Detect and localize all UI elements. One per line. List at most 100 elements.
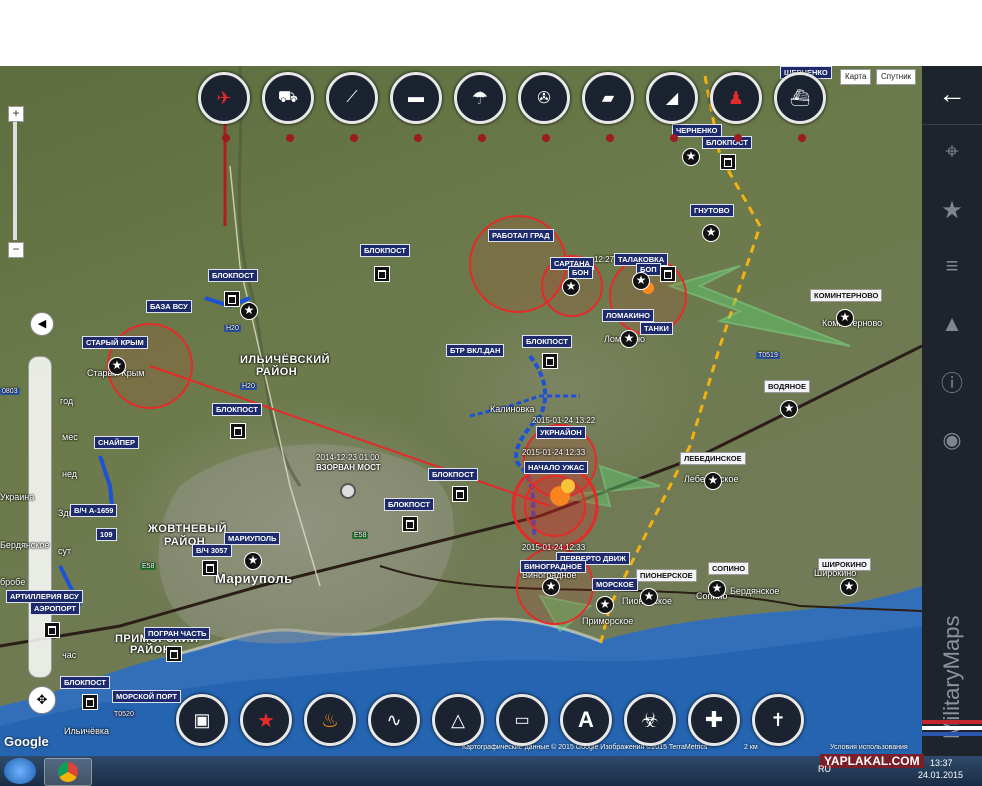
label-blokpost-nw[interactable]: БЛОКПОСТ bbox=[702, 136, 752, 149]
marker-checkpoint-aeroport[interactable] bbox=[44, 622, 60, 638]
marker-checkpoint-north[interactable] bbox=[374, 266, 390, 282]
label-pionerskoe[interactable]: ПИОНЕРСКОЕ bbox=[636, 569, 697, 582]
label-kominternovo[interactable]: КОМИНТЕРНОВО bbox=[810, 289, 883, 302]
marker-checkpoint-talakovka[interactable] bbox=[660, 266, 676, 282]
toolbar-artillery-button[interactable]: ▬ bbox=[390, 72, 442, 124]
label-vch1659[interactable]: В/Ч А-1659 bbox=[70, 504, 118, 517]
label-vodyanoe[interactable]: ВОДЯНОЕ bbox=[764, 380, 810, 393]
marker-star-gnutovo[interactable]: ★ bbox=[702, 224, 720, 242]
label-lebedinskoe[interactable]: ЛЕБЕДИНСКОЕ bbox=[680, 452, 746, 465]
label-grad[interactable]: РАБОТАЛ ГРАД bbox=[488, 229, 554, 242]
info-icon[interactable]: ⓘ bbox=[934, 364, 970, 400]
marker-star-sartana[interactable]: ★ bbox=[562, 278, 580, 296]
toolbar-spg-button[interactable]: ◢ bbox=[646, 72, 698, 124]
bottom-fire-button[interactable]: ♨ bbox=[304, 694, 356, 746]
zoom-slider[interactable] bbox=[13, 122, 17, 240]
marker-checkpoint-e1[interactable] bbox=[452, 486, 468, 502]
map-canvas[interactable]: + − ◀ ✥ год мес нед Здн сут час Украина … bbox=[0, 66, 922, 756]
marker-checkpoint-pogran[interactable] bbox=[166, 646, 182, 662]
marker-checkpoint-vch3057[interactable] bbox=[202, 560, 218, 576]
bottom-route-button[interactable]: ∿ bbox=[368, 694, 420, 746]
label-morskoy-port[interactable]: МОРСКОЙ ПОРТ bbox=[112, 690, 181, 703]
map-type-satellite-button[interactable]: Спутник bbox=[876, 69, 917, 85]
label-lomakino[interactable]: ЛОМАКИНО bbox=[602, 309, 654, 322]
back-arrow-icon[interactable]: ← bbox=[934, 76, 970, 112]
label-blokpost-north[interactable]: БЛОКПОСТ bbox=[360, 244, 410, 257]
taskbar-chrome-button[interactable] bbox=[44, 758, 92, 786]
marker-checkpoint-sw[interactable] bbox=[82, 694, 98, 710]
sound-icon[interactable]: ◀ bbox=[30, 312, 54, 336]
flag-icon[interactable]: ◉ bbox=[934, 422, 970, 458]
bottom-checkpoint-button[interactable]: ▣ bbox=[176, 694, 228, 746]
marker-star-kominternovo[interactable]: ★ bbox=[836, 309, 854, 327]
toolbar-aircraft-button[interactable]: ✈ bbox=[198, 72, 250, 124]
bottom-grave-button[interactable]: ✝ bbox=[752, 694, 804, 746]
toolbar-rocket-launcher-button[interactable]: ⟋ bbox=[326, 72, 378, 124]
navigation-icon[interactable]: ▲ bbox=[934, 306, 970, 342]
bottom-text-button[interactable]: A bbox=[560, 694, 612, 746]
marker-checkpoint-center[interactable] bbox=[224, 291, 240, 307]
marker-star-stary-krym[interactable]: ★ bbox=[108, 357, 126, 375]
label-sopino[interactable]: СОПИНО bbox=[708, 562, 750, 575]
label-btr[interactable]: БТР ВКЛ.ДАН bbox=[446, 344, 505, 357]
marker-star-shirokino[interactable]: ★ bbox=[840, 578, 858, 596]
start-button[interactable] bbox=[4, 758, 36, 784]
bottom-triangle-button[interactable]: △ bbox=[432, 694, 484, 746]
label-baza-vsu[interactable]: БАЗА ВСУ bbox=[146, 300, 192, 313]
label-blokpost-e1[interactable]: БЛОКПОСТ bbox=[428, 468, 478, 481]
toolbar-paratroopers-button[interactable]: ☂ bbox=[454, 72, 506, 124]
label-ukr-fire[interactable]: УКРНАЙОН bbox=[536, 426, 586, 439]
marker-star-lomakino[interactable]: ★ bbox=[620, 330, 638, 348]
marker-checkpoint-e2[interactable] bbox=[402, 516, 418, 532]
marker-star-mariupol[interactable]: ★ bbox=[244, 552, 262, 570]
marker-star-morskoe[interactable]: ★ bbox=[596, 596, 614, 614]
zoom-out-button[interactable]: − bbox=[8, 242, 24, 258]
marker-star-center[interactable]: ★ bbox=[240, 302, 258, 320]
label-sniper[interactable]: СНАЙПЕР bbox=[94, 436, 140, 449]
fullscreen-icon[interactable]: ✥ bbox=[28, 686, 56, 714]
marker-checkpoint-lom[interactable] bbox=[542, 353, 558, 369]
label-blokpost-center[interactable]: БЛОКПОСТ bbox=[208, 269, 258, 282]
toolbar-tank-button[interactable]: ▰ bbox=[582, 72, 634, 124]
label-gnutovo[interactable]: ГНУТОВО bbox=[690, 204, 734, 217]
location-pin-icon[interactable]: ⌖ bbox=[934, 134, 970, 170]
toolbar-armored-car-button[interactable]: ⛟ bbox=[262, 72, 314, 124]
taskbar-language[interactable]: RU bbox=[818, 764, 831, 774]
terms-link[interactable]: Условия использования bbox=[830, 744, 908, 751]
bottom-medical-button[interactable]: ✚ bbox=[688, 694, 740, 746]
label-mariupol[interactable]: МАРИУПОЛЬ bbox=[224, 532, 281, 545]
bottom-biohazard-button[interactable]: ☣ bbox=[624, 694, 676, 746]
taskbar-date[interactable]: 24.01.2015 bbox=[918, 770, 963, 780]
marker-star-chernenko[interactable]: ★ bbox=[682, 148, 700, 166]
label-aeroport[interactable]: АЭРОПОРТ bbox=[30, 602, 81, 615]
label-blokpost-e2[interactable]: БЛОКПОСТ bbox=[384, 498, 434, 511]
marker-star-lebedinskoe[interactable]: ★ bbox=[704, 472, 722, 490]
label-nachalo[interactable]: НАЧАЛО УЖАС bbox=[524, 461, 589, 474]
label-blokpost-sw[interactable]: БЛОКПОСТ bbox=[60, 676, 110, 689]
marker-checkpoint-ilich[interactable] bbox=[230, 423, 246, 439]
zoom-in-button[interactable]: + bbox=[8, 106, 24, 122]
marker-star-sopino[interactable]: ★ bbox=[708, 580, 726, 598]
marker-star-pionerskoe[interactable]: ★ bbox=[640, 588, 658, 606]
map-type-map-button[interactable]: Карта bbox=[840, 69, 872, 85]
label-blokpost-ilich[interactable]: БЛОКПОСТ bbox=[212, 403, 262, 416]
label-blokpost-lom[interactable]: БЛОКПОСТ bbox=[522, 335, 572, 348]
marker-star-vinogradnoe[interactable]: ★ bbox=[542, 578, 560, 596]
label-pogran[interactable]: ПОГРАН ЧАСТЬ bbox=[144, 627, 211, 640]
bottom-star-button[interactable]: ★ bbox=[240, 694, 292, 746]
marker-star-vodyanoe[interactable]: ★ bbox=[780, 400, 798, 418]
toolbar-navy-button[interactable]: ⛴ bbox=[774, 72, 826, 124]
label-morskoe[interactable]: МОРСКОЕ bbox=[592, 578, 638, 591]
star-icon[interactable]: ★ bbox=[934, 192, 970, 228]
taskbar-clock[interactable]: 13:37 bbox=[930, 758, 953, 768]
label-vch109[interactable]: 109 bbox=[96, 528, 117, 541]
label-vinogradnoe[interactable]: ВИНОГРАДНОЕ bbox=[520, 560, 586, 573]
marker-checkpoint-chernenko[interactable] bbox=[720, 154, 736, 170]
label-stary-krym[interactable]: СТАРЫЙ КРЫМ bbox=[82, 336, 148, 349]
bottom-ruler-button[interactable]: ▭ bbox=[496, 694, 548, 746]
marker-star-talakovka[interactable]: ★ bbox=[632, 272, 650, 290]
label-shirokino[interactable]: ШИРОКИНО bbox=[818, 558, 871, 571]
toolbar-helicopter-button[interactable]: ✇ bbox=[518, 72, 570, 124]
toolbar-infantry-button[interactable]: ♟ bbox=[710, 72, 762, 124]
layers-icon[interactable]: ≡ bbox=[934, 248, 970, 284]
